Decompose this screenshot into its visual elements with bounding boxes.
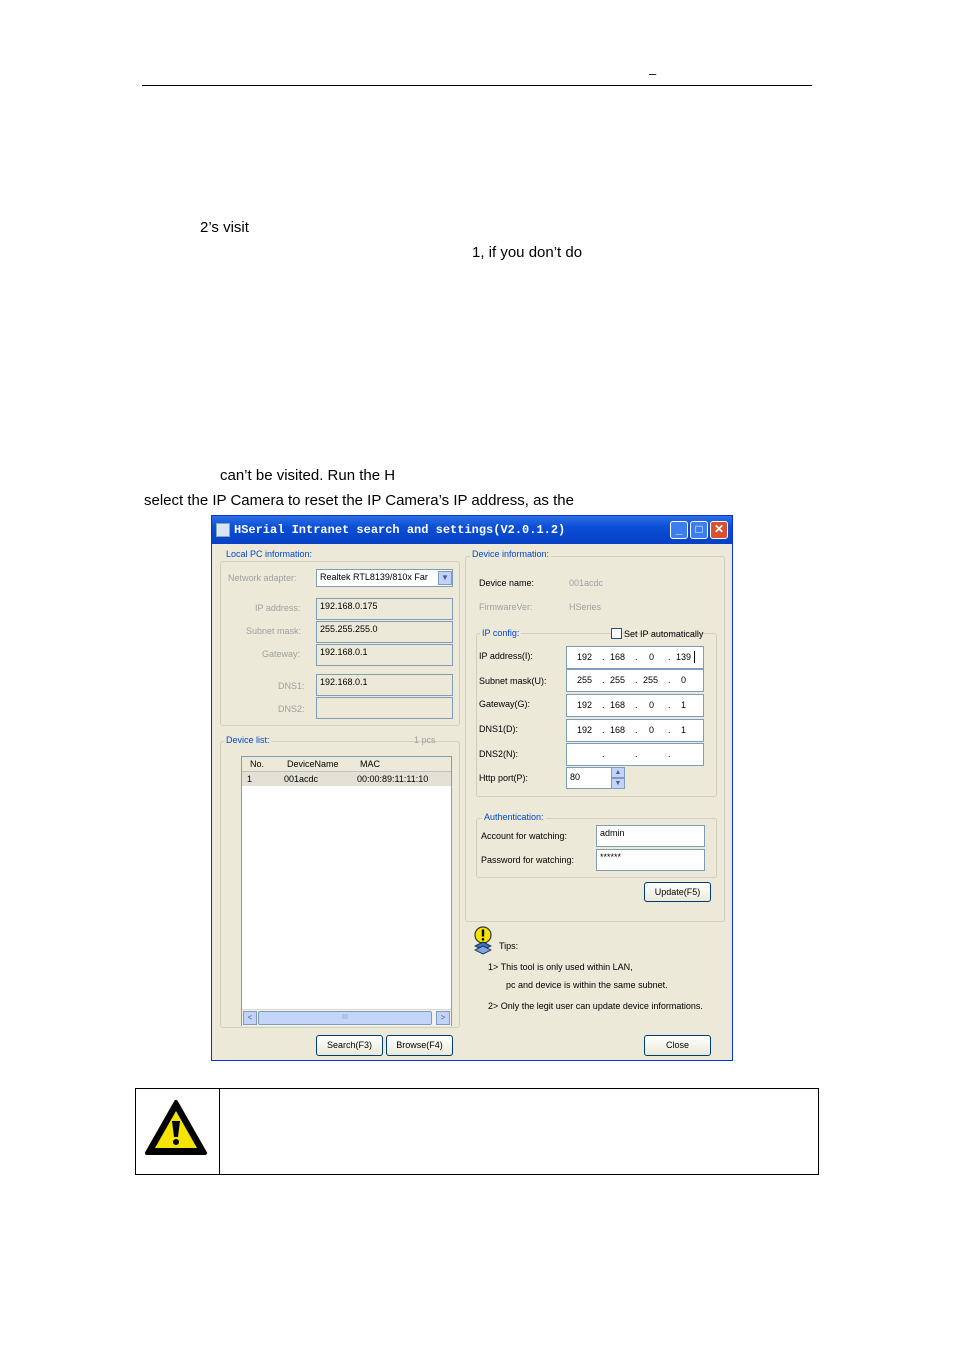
- gw-octet-2: 168: [610, 700, 626, 710]
- device-count: 1 pcs: [414, 735, 436, 745]
- ip-config-title: IP config:: [480, 628, 522, 638]
- chevron-down-icon[interactable]: ▼: [438, 571, 452, 585]
- col-no[interactable]: No.: [250, 759, 264, 769]
- tips-title: Tips:: [499, 941, 519, 951]
- tip-1: 1> This tool is only used within LAN,: [488, 962, 633, 972]
- search-tool-window: HSerial Intranet search and settings(V2.…: [211, 515, 733, 1061]
- dns1-octet-3: 0: [649, 725, 655, 735]
- password-label: Password for watching:: [481, 855, 575, 865]
- gw-octet-3: 0: [649, 700, 655, 710]
- gateway-label: Gateway(G):: [479, 699, 531, 709]
- gateway-input[interactable]: 192 . 168 . 0 . 1: [566, 694, 704, 717]
- body-line-3: can’t be visited. Run the H: [220, 467, 396, 484]
- minimize-button[interactable]: _: [670, 521, 688, 539]
- close-button[interactable]: Close: [644, 1035, 711, 1056]
- col-mac[interactable]: MAC: [360, 759, 380, 769]
- update-button[interactable]: Update(F5): [644, 882, 711, 902]
- body-line-4: select the IP Camera to reset the IP Cam…: [144, 492, 574, 509]
- pc-mask-field: 255.255.255.0: [316, 621, 453, 643]
- scroll-left-icon[interactable]: <: [243, 1011, 257, 1025]
- scroll-right-icon[interactable]: >: [436, 1011, 450, 1025]
- dns1-octet-4: 1: [681, 725, 687, 735]
- table-row[interactable]: 1 001acdc 00:00:89:11:11:10: [242, 772, 451, 786]
- adapter-label: Network adapter:: [228, 573, 297, 583]
- password-input[interactable]: ******: [596, 849, 705, 871]
- tip-2: 2> Only the legit user can update device…: [488, 1001, 703, 1011]
- ip-label: IP address(I):: [479, 651, 533, 661]
- port-label: Http port(P):: [479, 773, 529, 783]
- pc-dns2-field: [316, 697, 453, 719]
- dns1-octet-2: 168: [610, 725, 626, 735]
- warning-divider: [219, 1089, 220, 1174]
- window-title: HSerial Intranet search and settings(V2.…: [234, 523, 566, 537]
- spin-down-icon[interactable]: ▼: [611, 778, 625, 789]
- port-spinner[interactable]: ▲ ▼: [611, 767, 625, 789]
- pc-mask-label: Subnet mask:: [246, 626, 302, 636]
- account-label: Account for watching:: [481, 831, 568, 841]
- subnet-mask-input[interactable]: 255 . 255 . 255 . 0: [566, 669, 704, 692]
- device-list-title: Device list:: [224, 735, 272, 745]
- scroll-thumb[interactable]: III: [258, 1011, 432, 1025]
- text-cursor: [694, 651, 695, 663]
- adapter-select[interactable]: Realtek RTL8139/810x Far: [316, 569, 453, 587]
- dns1-label: DNS1(D):: [479, 724, 519, 734]
- local-pc-title: Local PC information:: [224, 549, 315, 559]
- close-window-button[interactable]: ✕: [710, 521, 728, 539]
- device-name-value: 001acdc: [569, 578, 604, 588]
- ip-octet-1: 192: [577, 652, 593, 662]
- firmware-value: HSeries: [569, 602, 602, 612]
- horizontal-scrollbar[interactable]: < III >: [242, 1009, 451, 1026]
- ip-address-input[interactable]: 192 . 168 . 0 . 139: [566, 646, 704, 669]
- dns2-label: DNS2(N):: [479, 749, 519, 759]
- warning-icon: [144, 1099, 208, 1162]
- search-button[interactable]: Search(F3): [316, 1035, 383, 1056]
- maximize-button[interactable]: □: [690, 521, 708, 539]
- http-port-input[interactable]: 80: [566, 767, 612, 789]
- firmware-label: FirmwareVer:: [479, 602, 533, 612]
- ip-octet-4: 139: [676, 652, 692, 662]
- mask-octet-3: 255: [643, 675, 659, 685]
- mask-label: Subnet mask(U):: [479, 676, 547, 686]
- pc-gateway-field: 192.168.0.1: [316, 644, 453, 666]
- mask-octet-2: 255: [610, 675, 626, 685]
- body-line-2: 1, if you don’t do: [472, 244, 583, 261]
- device-info-title: Device information:: [470, 549, 552, 559]
- account-input[interactable]: admin: [596, 825, 705, 847]
- pc-dns2-label: DNS2:: [278, 704, 305, 714]
- row-device-name: 001acdc: [284, 774, 319, 784]
- ip-octet-2: 168: [610, 652, 626, 662]
- dns1-octet-1: 192: [577, 725, 593, 735]
- mask-octet-4: 0: [681, 675, 687, 685]
- tip-1b: pc and device is within the same subnet.: [506, 980, 668, 990]
- row-no: 1: [247, 774, 253, 784]
- device-list-header: No. DeviceName MAC: [242, 757, 451, 772]
- tips-icon: [472, 926, 496, 956]
- dns1-input[interactable]: 192 . 168 . 0 . 1: [566, 719, 704, 742]
- ip-octet-3: 0: [649, 652, 655, 662]
- app-icon: [216, 523, 230, 537]
- header-rule: [142, 85, 812, 86]
- warning-note: [135, 1088, 819, 1175]
- row-mac: 00:00:89:11:11:10: [357, 774, 429, 784]
- auth-title: Authentication:: [482, 812, 546, 822]
- col-device-name[interactable]: DeviceName: [287, 759, 339, 769]
- pc-ip-label: IP address:: [255, 603, 301, 613]
- browse-button[interactable]: Browse(F4): [386, 1035, 453, 1056]
- header-mark: –: [649, 66, 657, 81]
- gw-octet-1: 192: [577, 700, 593, 710]
- pc-dns1-label: DNS1:: [278, 681, 305, 691]
- pc-dns1-field: 192.168.0.1: [316, 674, 453, 696]
- mask-octet-1: 255: [577, 675, 593, 685]
- pc-gateway-label: Gateway:: [262, 649, 301, 659]
- gw-octet-4: 1: [681, 700, 687, 710]
- dns2-input[interactable]: . . .: [566, 743, 704, 766]
- device-name-label: Device name:: [479, 578, 535, 588]
- pc-ip-field: 192.168.0.175: [316, 598, 453, 620]
- device-list[interactable]: No. DeviceName MAC 1 001acdc 00:00:89:11…: [241, 756, 452, 1026]
- body-line-1: 2’s visit: [200, 219, 249, 236]
- auto-ip-label[interactable]: Set IP automatically: [624, 629, 703, 639]
- spin-up-icon[interactable]: ▲: [611, 767, 625, 778]
- auto-ip-checkbox[interactable]: [611, 628, 622, 639]
- title-bar[interactable]: HSerial Intranet search and settings(V2.…: [212, 516, 732, 544]
